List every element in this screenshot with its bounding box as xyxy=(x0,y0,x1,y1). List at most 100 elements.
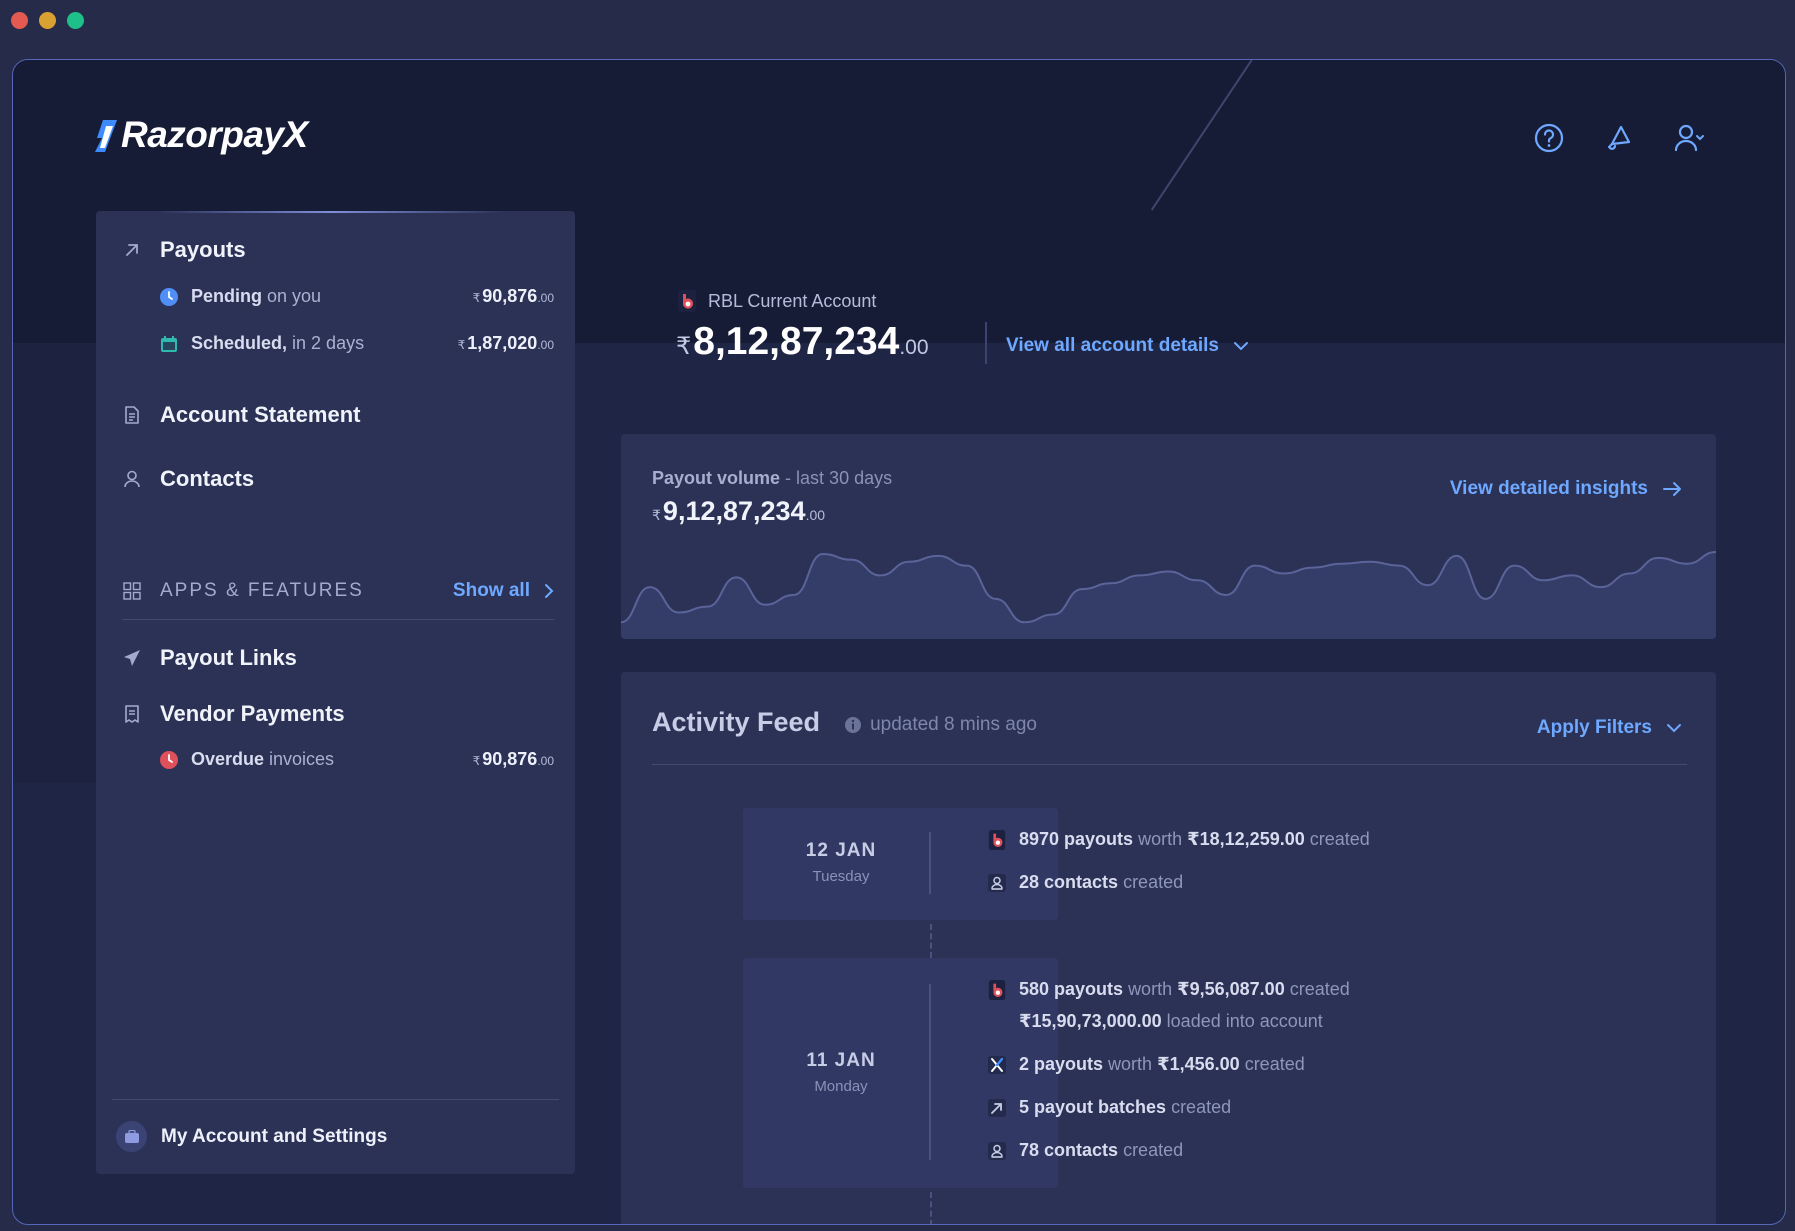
help-icon[interactable] xyxy=(1533,122,1565,154)
razorpayx-logo[interactable]: RazorpayX xyxy=(93,114,308,156)
event-text: created xyxy=(1289,979,1350,999)
event-count: 2 payouts xyxy=(1019,1054,1104,1074)
currency-symbol: ₹ xyxy=(457,338,466,352)
pending-suffix: on you xyxy=(267,286,322,306)
amount-decimals: .00 xyxy=(537,338,554,352)
user-menu-icon[interactable] xyxy=(1673,122,1705,154)
currency-symbol: ₹ xyxy=(472,291,481,305)
last-updated: updated 8 mins ago xyxy=(844,714,1037,736)
view-account-details-label: View all account details xyxy=(1006,335,1219,356)
chevron-down-icon xyxy=(1233,342,1248,351)
account-name-text: RBL Current Account xyxy=(708,290,877,311)
info-icon xyxy=(845,716,862,733)
activity-feed-card: Activity Feed updated 8 mins ago Apply F… xyxy=(621,672,1716,1224)
sidebar-item-payout-links[interactable]: Payout Links xyxy=(122,645,297,671)
amount-value: 1,87,020 xyxy=(467,333,538,353)
timeline-line xyxy=(929,984,931,1160)
scheduled-suffix: in 2 days xyxy=(292,333,365,353)
sidebar-item-label: Payout Links xyxy=(160,645,297,670)
title-bar xyxy=(0,0,1795,50)
apply-filters-button[interactable]: Apply Filters xyxy=(1537,717,1682,739)
razorpay-icon xyxy=(987,829,1007,850)
overdue-label: Overdue xyxy=(191,749,265,769)
event-text: worth xyxy=(1138,829,1183,849)
total-decimals: .00 xyxy=(805,507,826,523)
event-count: 28 contacts xyxy=(1019,872,1119,892)
pending-label: Pending xyxy=(191,286,262,306)
activity-event[interactable]: 28 contacts created xyxy=(987,872,1183,893)
scheduled-amount: ₹1,87,020.00 xyxy=(458,333,554,354)
activity-event[interactable]: ₹15,90,73,000.00 loaded into account xyxy=(987,1011,1323,1032)
event-text: loaded into account xyxy=(1166,1011,1323,1031)
scheduled-label: Scheduled, xyxy=(191,333,288,353)
amount-value: 90,876 xyxy=(482,286,538,306)
chart-title-text: Payout volume xyxy=(652,468,781,488)
event-count: 78 contacts xyxy=(1019,1140,1119,1160)
account-balance: ₹ 8,12,87,234 .00 xyxy=(676,320,929,364)
maximize-window-button[interactable] xyxy=(67,12,84,29)
chart-area-fill xyxy=(621,552,1716,639)
razorpay-icon xyxy=(987,979,1007,1000)
sidebar-item-vendor-payments[interactable]: Vendor Payments xyxy=(122,701,345,727)
event-count: 5 payout batches xyxy=(1019,1097,1167,1117)
announcement-icon[interactable] xyxy=(1603,122,1635,154)
event-text: created xyxy=(1244,1054,1305,1074)
razorpay-logo-icon xyxy=(95,120,117,152)
sidebar-item-contacts[interactable]: Contacts xyxy=(122,466,254,492)
sidebar-item-overdue-invoices[interactable]: Overdue invoices ₹90,876.00 xyxy=(159,749,554,770)
payout-volume-card: Payout volume - last 30 days ₹ 9,12,87,2… xyxy=(621,434,1716,639)
overdue-suffix: invoices xyxy=(269,749,335,769)
overdue-clock-icon xyxy=(160,750,178,769)
activity-date: 12 JAN Tuesday xyxy=(741,840,941,885)
sidebar-item-settings[interactable]: My Account and Settings xyxy=(116,1121,387,1152)
overdue-amount: ₹90,876.00 xyxy=(473,749,554,770)
sidebar-item-account-statement[interactable]: Account Statement xyxy=(122,402,360,428)
timeline-connector xyxy=(930,1192,932,1224)
view-insights-link[interactable]: View detailed insights xyxy=(1450,478,1682,500)
balance-decimals: .00 xyxy=(899,336,929,359)
event-count: 580 payouts xyxy=(1019,979,1124,999)
activity-event[interactable]: 78 contacts created xyxy=(987,1140,1183,1161)
show-all-label: Show all xyxy=(452,580,530,601)
sidebar-item-label: Account Statement xyxy=(160,402,361,427)
sidebar-item-label: Contacts xyxy=(160,466,255,491)
briefcase-icon xyxy=(116,1121,147,1152)
date-label: 11 JAN xyxy=(806,1050,876,1071)
activity-event[interactable]: 2 payouts worth ₹1,456.00 created xyxy=(987,1054,1305,1075)
pending-amount: ₹90,876.00 xyxy=(473,286,554,307)
activity-feed-title: Activity Feed xyxy=(652,707,821,737)
activity-date: 11 JAN Monday xyxy=(741,1050,941,1095)
rbl-bank-icon xyxy=(678,290,696,312)
chevron-right-icon xyxy=(545,584,554,598)
sidebar-item-pending-payouts[interactable]: Pending on you ₹90,876.00 xyxy=(159,286,554,307)
app-window: RazorpayX Payouts Pending on you ₹ 90,87… xyxy=(12,59,1786,1225)
document-icon xyxy=(125,406,139,424)
batch-icon xyxy=(987,1098,1007,1118)
event-amount: ₹9,56,087.00 xyxy=(1177,979,1285,999)
total-value: 9,12,87,234 xyxy=(662,496,806,526)
arrow-right-icon xyxy=(1663,482,1681,496)
sidebar-item-payouts[interactable]: Payouts xyxy=(122,237,246,263)
sidebar-item-label: Vendor Payments xyxy=(160,701,345,726)
event-amount: ₹15,90,73,000.00 xyxy=(1019,1011,1162,1031)
minimize-window-button[interactable] xyxy=(39,12,56,29)
apps-features-label: APPS & FEATURES xyxy=(160,580,364,601)
account-summary: RBL Current Account ₹ 8,12,87,234 .00 xyxy=(676,290,929,364)
timeline-line xyxy=(929,832,931,894)
divider xyxy=(652,764,1687,765)
activity-event[interactable]: 5 payout batches created xyxy=(987,1097,1231,1118)
send-icon xyxy=(124,650,140,666)
event-count: 8970 payouts xyxy=(1019,829,1134,849)
weekday-label: Monday xyxy=(814,1078,868,1095)
date-label: 12 JAN xyxy=(805,840,877,861)
activity-event[interactable]: 580 payouts worth ₹9,56,087.00 created xyxy=(987,979,1350,1000)
weekday-label: Tuesday xyxy=(812,868,870,885)
close-window-button[interactable] xyxy=(11,12,28,29)
arrow-up-right-icon xyxy=(126,244,138,256)
sidebar-item-scheduled-payouts[interactable]: Scheduled, in 2 days ₹1,87,020.00 xyxy=(159,333,554,354)
activity-feed-header: Activity Feed updated 8 mins ago xyxy=(652,707,1037,738)
view-account-details-link[interactable]: View all account details xyxy=(1006,335,1249,357)
activity-event[interactable]: 8970 payouts worth ₹18,12,259.00 created xyxy=(987,829,1370,850)
show-all-link[interactable]: Show all xyxy=(453,580,554,602)
sidebar-item-label: Payouts xyxy=(160,237,246,262)
